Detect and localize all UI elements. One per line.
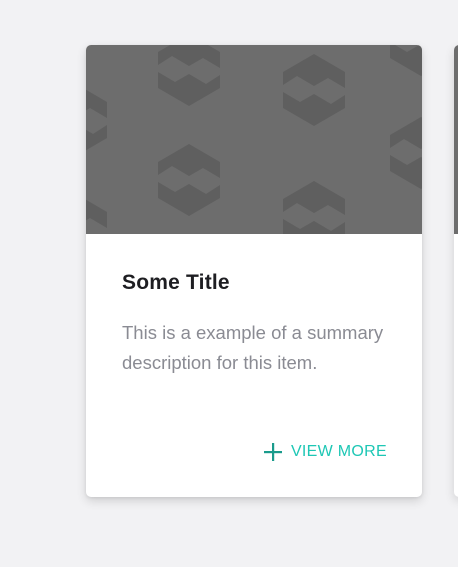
view-more-link[interactable]: VIEW MORE bbox=[263, 441, 387, 463]
next-card-edge[interactable] bbox=[454, 45, 458, 497]
content-card: Some Title This is a example of a summar… bbox=[86, 45, 422, 497]
next-card-image-edge bbox=[454, 45, 458, 234]
card-header-image bbox=[86, 45, 422, 234]
view-more-label: VIEW MORE bbox=[290, 443, 387, 460]
s-logo-pattern bbox=[86, 45, 422, 234]
card-title: Some Title bbox=[122, 271, 230, 294]
card-description: This is a example of a summary descripti… bbox=[122, 322, 384, 373]
plus-icon bbox=[263, 443, 282, 461]
